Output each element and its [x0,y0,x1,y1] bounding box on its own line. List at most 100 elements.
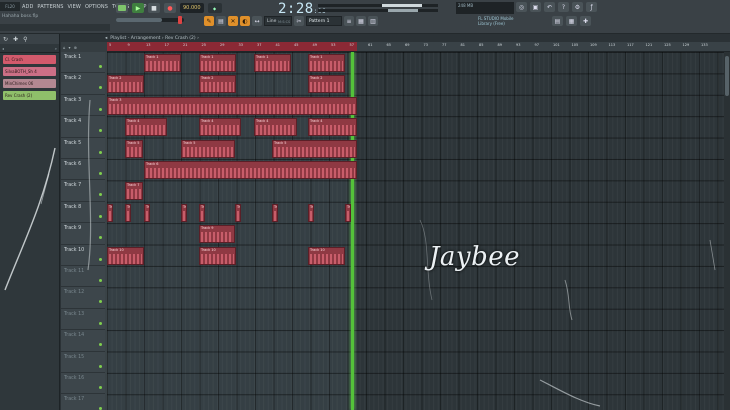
playlist-clip[interactable]: Track 1 [199,54,236,72]
playlist-clip[interactable]: Track 8 [345,203,351,222]
track-enable-indicator[interactable] [99,257,102,261]
playlist-arrow-icon[interactable]: ◂ [105,36,107,41]
playlist-clip[interactable]: Track 8 [199,203,205,222]
stop-button[interactable]: ■ [148,3,160,13]
track-header[interactable]: Track 8 [61,202,105,224]
playlist-clip[interactable]: Track 4 [308,118,357,137]
browser-arrow-icon[interactable]: ◂ [2,46,4,51]
playlist-clip[interactable]: Track 5 [125,139,143,158]
mute-tool-icon[interactable]: ◐ [240,16,250,26]
draw-tool-icon[interactable]: ✎ [204,16,214,26]
snap-magnet-icon[interactable]: ⌂ [63,45,66,50]
playlist-clip[interactable]: Track 8 [125,203,131,222]
playlist-clip[interactable]: Track 2 [199,75,236,94]
playlist-clip[interactable]: Track 1 [254,54,291,72]
master-volume-thumb[interactable] [178,16,182,24]
clip-item[interactable]: Rev Crash (2) [3,91,56,100]
track-header[interactable]: Track 5 [61,138,105,159]
track-enable-indicator[interactable] [99,300,102,304]
browser-add-icon[interactable]: ✚ [13,36,18,43]
master-volume-slider[interactable] [116,16,184,24]
delete-tool-icon[interactable]: ✕ [228,16,238,26]
track-enable-indicator[interactable] [99,214,102,218]
track-enable-indicator[interactable] [99,386,102,389]
playlist-clip[interactable]: Track 6 [144,161,357,179]
playlist-clip[interactable]: Track 4 [125,118,167,137]
browser-refresh-icon[interactable]: ↻ [3,36,8,43]
cpu-icon[interactable]: ▣ [530,2,541,12]
browser-window-icon[interactable]: ▦ [566,16,577,26]
clip-item[interactable]: MinChimes 06 [3,79,56,88]
help-icon[interactable]: ? [558,2,569,12]
playlist-zoom-icon[interactable]: ⊕ [74,45,77,50]
track-header[interactable]: Track 15 [61,352,105,373]
playlist-clip[interactable]: Track 8 [107,203,113,222]
arrangement-grid[interactable]: Jaybee Track 1 Track 1 Track 1 Track 1 Track… [107,52,724,410]
paint-tool-icon[interactable]: ▤ [216,16,226,26]
track-header[interactable]: Track 13 [61,309,105,331]
track-enable-indicator[interactable] [99,236,102,240]
menu-view[interactable]: VIEW [66,4,83,10]
clip-item[interactable]: Cl. Crash [3,55,56,64]
track-enable-indicator[interactable] [99,343,102,347]
channel-rack-icon[interactable]: ▦ [356,16,366,26]
news-panel[interactable]: FL STUDIO Mobile Library (Free) [478,16,538,28]
playlist-clip[interactable]: Track 5 [181,139,235,158]
settings-icon[interactable]: ⚙ [572,2,583,12]
playlist-clip[interactable]: Track 1 [308,54,345,72]
browser-link-icon[interactable]: ⚲ [23,36,27,43]
slip-tool-icon[interactable]: ↔ [252,16,262,26]
track-header[interactable]: Track 2 [61,73,105,95]
playlist-clip[interactable]: Track 7 [125,182,143,201]
track-enable-indicator[interactable] [99,321,102,325]
clip-item[interactable]: SilvaBOTH_Sh 4 [3,67,56,76]
track-enable-indicator[interactable] [99,172,102,175]
playlist-clip[interactable]: Track 1 [144,54,181,72]
metronome-icon[interactable]: ◆ [207,3,222,13]
tempo-display[interactable]: 90.000 [180,3,204,13]
track-enable-indicator[interactable] [99,129,102,133]
menu-patterns[interactable]: PATTERNS [35,4,65,10]
playlist-clip[interactable]: Track 10 [308,246,345,265]
online-icon[interactable]: ◎ [516,2,527,12]
playlist-clip[interactable]: Track 4 [199,118,241,137]
vertical-scrollbar-thumb[interactable] [725,56,729,96]
track-header[interactable]: Track 3 [61,95,105,117]
track-enable-indicator[interactable] [99,193,102,197]
loop-region[interactable] [107,42,357,51]
plugin-picker-icon[interactable]: ✚ [580,16,591,26]
mixer-icon[interactable]: ≡ [344,16,354,26]
playlist-clip[interactable]: Track 8 [272,203,278,222]
track-header[interactable]: Track 9 [61,223,105,245]
playlist-clip[interactable]: Track 8 [308,203,314,222]
menu-options[interactable]: OPTIONS [83,4,110,10]
pattern-song-toggle[interactable] [116,3,128,13]
timeline-ruler[interactable]: 5 9 13 17 21 25 29 33 37 41 45 49 53 57 61 65 69 73 77 81 85… [107,42,730,52]
play-button[interactable]: ▶ [132,3,144,13]
track-enable-indicator[interactable] [99,107,102,111]
playlist-clip[interactable]: Track 10 [199,246,236,265]
fx-icon[interactable]: ƒ [586,2,597,12]
track-enable-indicator[interactable] [99,279,102,282]
track-header[interactable]: Track 17 [61,394,105,410]
track-header[interactable]: Track 4 [61,116,105,138]
track-enable-indicator[interactable] [99,150,102,154]
slice-tool-icon[interactable]: ✂ [294,16,304,26]
track-enable-indicator[interactable] [99,86,102,90]
browser-search-icon[interactable]: ⌕ [55,46,57,51]
playlist-clip[interactable]: Track 2 [107,75,144,94]
track-enable-indicator[interactable] [99,65,102,68]
record-button[interactable]: ● [164,3,176,13]
playlist-menu-icon[interactable]: ▾ [69,45,71,50]
track-enable-indicator[interactable] [99,364,102,368]
playlist-clip[interactable]: Track 8 [181,203,187,222]
playlist-clip[interactable]: Track 3 [107,96,357,115]
playlist-clip[interactable]: Track 8 [235,203,241,222]
track-header[interactable]: Track 14 [61,330,105,352]
vertical-scrollbar[interactable] [724,52,730,410]
playlist-clip[interactable]: Track 8 [144,203,150,222]
playlist-clip[interactable]: Track 2 [308,75,345,94]
track-header[interactable]: Track 12 [61,287,105,309]
track-header[interactable]: Track 16 [61,373,105,395]
playlist-clip[interactable]: Track 4 [254,118,297,137]
